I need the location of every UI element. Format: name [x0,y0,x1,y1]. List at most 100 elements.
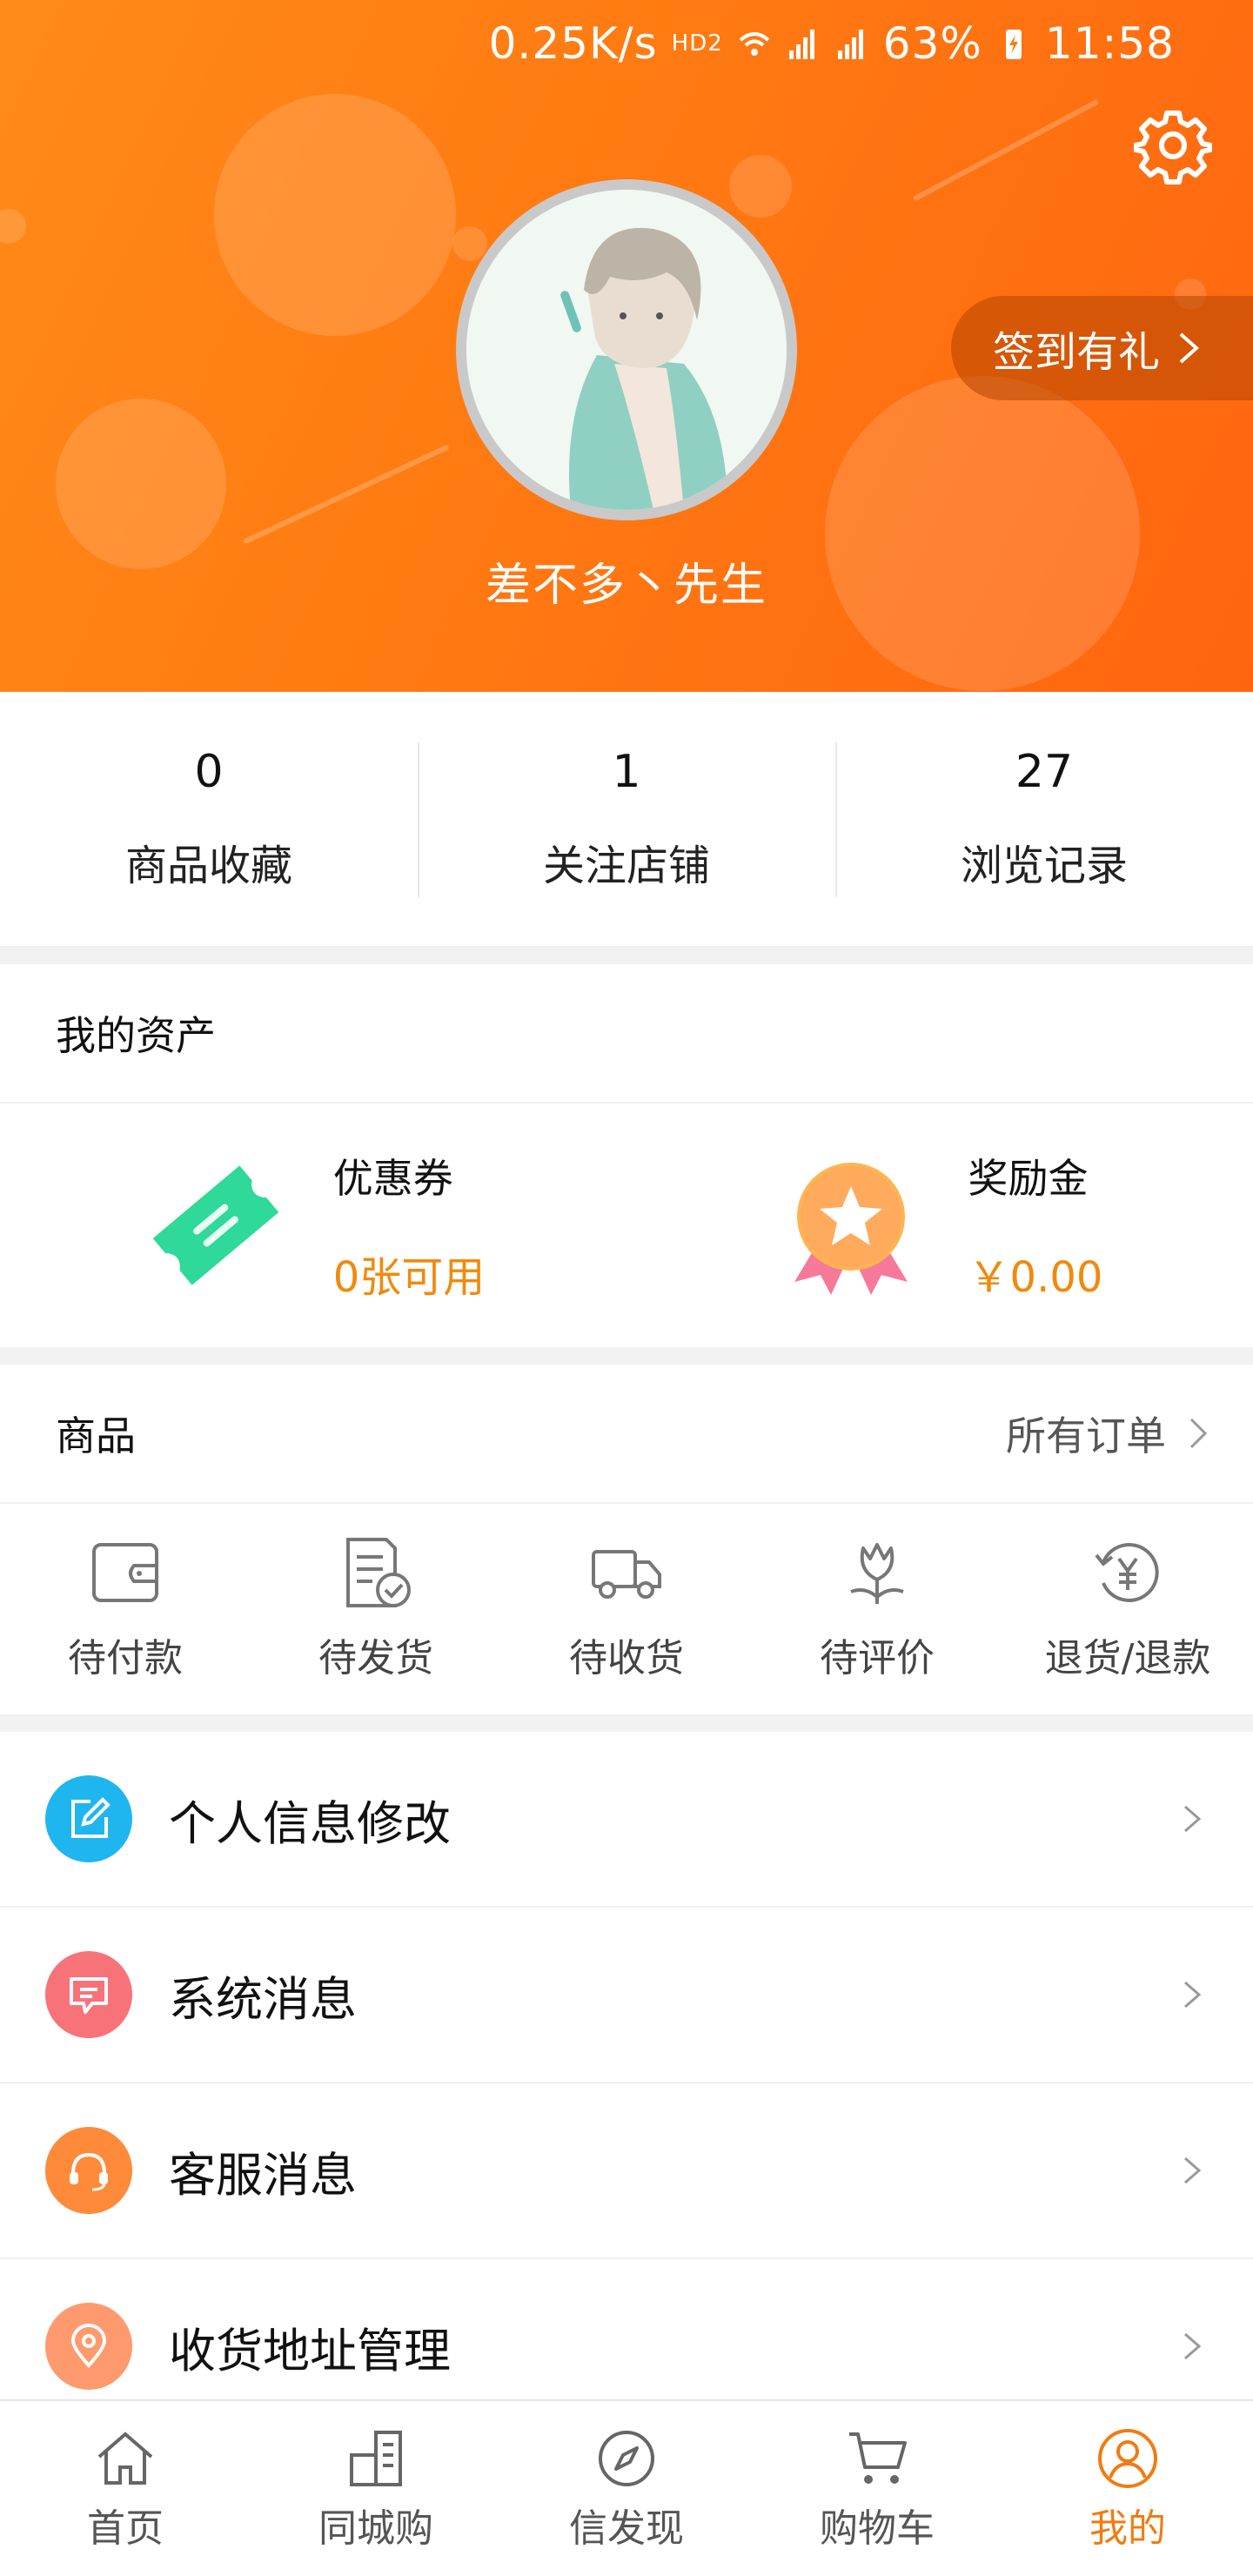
edit-icon [45,1775,132,1862]
tab-home[interactable]: 首页 [0,2401,251,2576]
decor-bubble [214,94,456,336]
order-pending-receipt[interactable]: 待收货 [501,1504,752,1714]
tab-local-shopping[interactable]: 同城购 [251,2401,501,2576]
signal-icon [837,30,863,59]
stat-value: 1 [612,746,641,798]
menu-item-customer-service[interactable]: 客服消息 [0,2083,1253,2259]
decor-bubble [825,376,1140,691]
refund-yuan-icon [1095,1543,1159,1602]
stat-followed-shops[interactable]: 1 关注店铺 [418,692,835,946]
tab-label: 首页 [87,2506,164,2551]
reward-name: 奖励金 [968,1155,1089,1202]
menu-label: 客服消息 [169,2147,357,2203]
all-orders-link[interactable]: 所有订单 [1006,1405,1209,1462]
document-check-icon [346,1538,411,1607]
wallet-icon [92,1543,158,1602]
menu-item-edit-profile[interactable]: 个人信息修改 [0,1732,1253,1908]
compass-icon [599,2430,654,2486]
decor-bubble [729,155,792,218]
signal-icon [788,30,814,59]
order-label: 待发货 [318,1636,433,1680]
user-circle-icon [1098,2428,1157,2488]
menu-item-system-messages[interactable]: 系统消息 [0,1908,1253,2083]
stat-label: 关注店铺 [542,842,710,890]
tab-mine[interactable]: 我的 [1002,2401,1253,2576]
stat-label: 浏览记录 [960,842,1128,890]
tab-cart[interactable]: 购物车 [752,2401,1002,2576]
stat-favorites[interactable]: 0 商品收藏 [0,692,418,946]
cart-icon [849,2432,907,2484]
tab-label: 我的 [1089,2506,1166,2551]
reward-medal-icon [794,1163,908,1295]
coupon-count: 0张可用 [332,1253,486,1302]
tab-label: 同城购 [318,2506,433,2551]
coupon-icon [152,1165,279,1285]
flower-icon [850,1543,904,1604]
wifi-icon [739,32,770,56]
profile-header: 0.25K/s HD2 63% 11:58 差不多丶先生 签到有礼 [0,0,1253,692]
city-buildings-icon [350,2430,402,2486]
stat-label: 商品收藏 [124,842,292,890]
menu-label: 个人信息修改 [169,1795,451,1851]
chevron-right-icon [1184,2332,1202,2360]
signin-label: 签到有礼 [993,328,1161,377]
order-label: 待评价 [820,1636,935,1680]
profile-screen: 0.25K/s HD2 63% 11:58 差不多丶先生 签到有礼 0 商品收藏… [0,0,1253,2576]
decor-streak [912,98,1100,202]
reward-asset[interactable]: 奖励金 ￥0.00 [626,1104,1253,1347]
coupon-asset[interactable]: 优惠券 0张可用 [0,1104,626,1347]
network-speed: 0.25K/s [488,18,658,69]
tab-label: 信发现 [569,2506,684,2551]
reward-amount: ￥0.00 [968,1253,1103,1302]
stat-browse-history[interactable]: 27 浏览记录 [835,692,1253,946]
hd-indicator: HD2 [671,30,723,57]
home-icon [97,2431,153,2485]
decor-bubble [56,399,226,569]
settings-menu: 个人信息修改 系统消息 客服消息 收货地址管理 [0,1732,1253,2435]
username: 差不多丶先生 [485,560,767,612]
location-pin-icon [45,2303,132,2390]
order-refund[interactable]: 退货/退款 [1002,1504,1253,1714]
stats-bar: 0 商品收藏 1 关注店铺 27 浏览记录 [0,692,1253,946]
avatar-image [466,190,787,510]
coupon-name: 优惠券 [332,1155,453,1202]
menu-label: 系统消息 [169,1971,357,2027]
all-orders-label: 所有订单 [1006,1412,1166,1459]
orders-card: 商品 所有订单 待付款 待发货 待收货 待评价 退货/退款 [0,1365,1253,1714]
bottom-tab-bar: 首页 同城购 信发现 购物车 我的 [0,2399,1253,2576]
order-pending-payment[interactable]: 待付款 [0,1504,251,1714]
decor-bubble [0,209,26,244]
signin-reward-button[interactable]: 签到有礼 [951,296,1253,400]
chevron-right-icon [1184,1805,1202,1833]
orders-header: 商品 所有订单 [0,1365,1253,1504]
order-pending-shipment[interactable]: 待发货 [251,1504,501,1714]
avatar[interactable] [456,179,797,520]
decor-bubble [452,226,487,261]
decor-streak [242,444,450,545]
avatar-illustration [466,190,787,510]
chevron-right-icon [1184,1981,1202,2009]
order-label: 退货/退款 [1044,1636,1211,1680]
stat-value: 0 [194,746,224,798]
chevron-right-icon [1189,1418,1208,1449]
order-pending-review[interactable]: 待评价 [752,1504,1002,1714]
battery-charging-icon [1005,30,1022,59]
menu-label: 收货地址管理 [169,2323,451,2378]
status-bar: 0.25K/s HD2 63% 11:58 [489,0,1253,87]
battery-level: 63% [882,18,982,69]
chevron-right-icon [1179,332,1200,364]
orders-title: 商品 [56,1412,136,1459]
order-label: 待收货 [569,1636,684,1680]
tab-discover[interactable]: 信发现 [501,2401,752,2576]
assets-card: 我的资产 优惠券 0张可用 奖励金 ￥0.00 [0,964,1253,1347]
gear-icon[interactable] [1134,106,1212,184]
assets-title: 我的资产 [0,964,1253,1104]
message-icon [45,1951,132,2038]
stat-value: 27 [1015,746,1074,798]
headset-icon [45,2127,132,2214]
clock-time: 11:58 [1044,18,1175,69]
order-label: 待付款 [68,1636,183,1680]
truck-icon [592,1550,661,1599]
tab-label: 购物车 [820,2506,935,2551]
chevron-right-icon [1184,2157,1202,2184]
